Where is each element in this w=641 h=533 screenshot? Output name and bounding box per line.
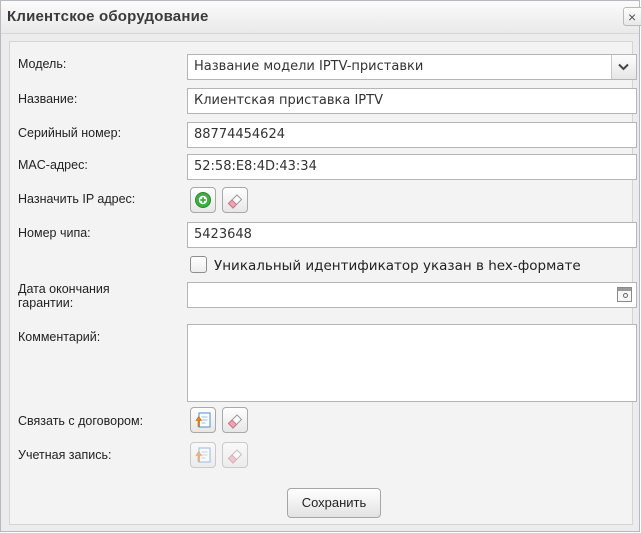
model-select-value: Название модели IPTV-приставки [194,59,424,74]
name-input[interactable]: Клиентская приставка IPTV [187,88,637,114]
comment-textarea[interactable] [187,324,637,402]
contract-select-button[interactable] [190,407,216,433]
contract-clear-button[interactable] [222,407,248,433]
assign-ip-label: Назначить IP адрес: [18,192,136,206]
assign-ip-clear-button[interactable] [222,187,248,213]
eraser-icon [227,449,243,464]
hex-format-checkbox-label[interactable]: Уникальный идентификатор указан в hex-фо… [214,258,581,274]
chevron-down-icon[interactable] [611,55,636,79]
close-button[interactable]: × [623,7,641,26]
warranty-label-line2: гарантии: [18,296,74,310]
calendar-icon[interactable] [617,287,632,302]
dialog-title: Клиентское оборудование [7,8,209,25]
document-select-icon [195,447,211,463]
serial-label: Серийный номер: [18,126,122,140]
mac-label: MAC-адрес: [18,158,88,172]
save-button[interactable]: Сохранить [287,488,381,518]
close-icon: × [628,9,637,25]
chip-input[interactable]: 5423648 [187,222,637,248]
contract-label: Связать с договором: [18,414,144,428]
mac-input[interactable]: 52:58:E8:4D:43:34 [187,154,637,180]
assign-ip-add-button[interactable] [190,187,216,213]
account-select-button[interactable] [190,442,216,468]
hex-format-checkbox[interactable] [190,256,207,273]
serial-input[interactable]: 88774454624 [187,122,637,148]
dialog-titlebar[interactable]: Клиентское оборудование × [1,1,641,34]
chip-label: Номер чипа: [18,226,91,240]
eraser-icon [227,414,243,429]
client-equipment-dialog: Клиентское оборудование × Модель: Назван… [0,0,641,532]
document-select-icon [195,412,211,428]
account-clear-button[interactable] [222,442,248,468]
account-label: Учетная запись: [18,448,112,462]
model-label: Модель: [18,57,67,71]
model-select[interactable]: Название модели IPTV-приставки [187,54,637,80]
eraser-icon [227,194,243,209]
plus-circle-icon [195,192,211,208]
name-label: Название: [18,92,78,106]
warranty-label-line1: Дата окончания [18,282,110,296]
warranty-date-input[interactable] [187,282,637,308]
comment-label: Комментарий: [18,330,101,344]
